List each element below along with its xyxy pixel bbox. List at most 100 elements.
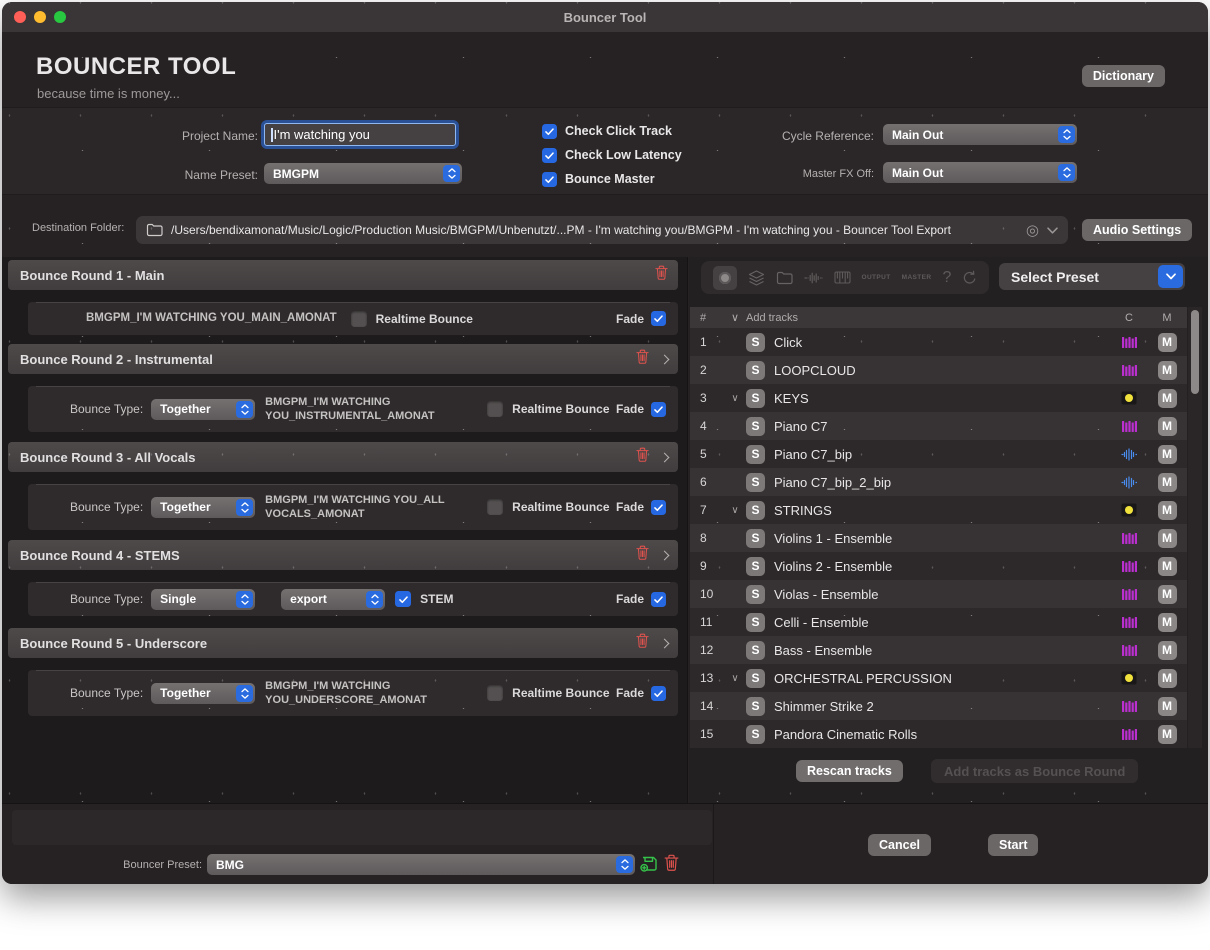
realtime-bounce-checkbox[interactable] (487, 401, 503, 417)
save-preset-icon[interactable] (640, 855, 659, 877)
realtime-bounce-checkbox[interactable] (351, 311, 367, 327)
mute-button[interactable]: M (1158, 473, 1177, 492)
table-row[interactable]: 7 ∨ S STRINGS M (690, 496, 1187, 524)
master-fx-off-dropdown[interactable]: Main Out (883, 162, 1077, 183)
table-row[interactable]: 13 ∨ S ORCHESTRAL PERCUSSION M (690, 664, 1187, 692)
project-name-input[interactable]: I'm watching you (264, 123, 456, 146)
fade-checkbox[interactable] (651, 311, 666, 326)
mute-button[interactable]: M (1158, 613, 1177, 632)
undo-icon[interactable] (962, 270, 977, 285)
mute-button[interactable]: M (1158, 361, 1177, 380)
fade-checkbox[interactable] (651, 500, 666, 515)
collapse-chevron-icon[interactable] (660, 638, 670, 648)
check-click-track-row[interactable]: Check Click Track (542, 123, 682, 139)
delete-round-icon[interactable] (655, 265, 668, 285)
table-row[interactable]: 15 S Pandora Cinematic Rolls M (690, 720, 1187, 748)
bounce-round-header[interactable]: Bounce Round 4 - STEMS (8, 540, 678, 570)
scrollbar-thumb[interactable] (1191, 310, 1199, 394)
mute-column-header[interactable]: M (1147, 312, 1187, 324)
realtime-bounce-row[interactable]: Realtime Bounce (487, 401, 609, 417)
solo-button[interactable]: S (746, 445, 765, 464)
scrollbar[interactable] (1188, 307, 1202, 748)
bounce-type-dropdown[interactable]: Together (151, 399, 255, 420)
add-tracks-column-header[interactable]: Add tracks (746, 312, 1111, 324)
help-icon[interactable]: ? (942, 269, 951, 287)
table-row[interactable]: 5 S Piano C7_bip M (690, 440, 1187, 468)
solo-button[interactable]: S (746, 697, 765, 716)
bouncer-preset-dropdown[interactable]: BMG (207, 854, 635, 875)
name-preset-dropdown[interactable]: BMGPM (264, 163, 462, 184)
delete-round-icon[interactable] (636, 545, 649, 565)
mute-button[interactable]: M (1158, 697, 1177, 716)
channel-column-header[interactable]: C (1111, 312, 1147, 324)
delete-round-icon[interactable] (636, 633, 649, 653)
bounce-round-header[interactable]: Bounce Round 2 - Instrumental (8, 344, 678, 374)
mute-button[interactable]: M (1158, 725, 1177, 744)
mute-button[interactable]: M (1158, 641, 1177, 660)
chevron-down-icon[interactable]: ∨ (724, 311, 746, 324)
solo-button[interactable]: S (746, 557, 765, 576)
realtime-bounce-row[interactable]: Realtime Bounce (351, 311, 473, 327)
layers-icon[interactable] (748, 270, 765, 286)
export-dropdown[interactable]: export (281, 589, 385, 610)
table-row[interactable]: 8 S Violins 1 - Ensemble M (690, 524, 1187, 552)
piano-icon[interactable] (834, 271, 851, 284)
fade-checkbox[interactable] (651, 592, 666, 607)
expand-chevron-icon[interactable]: ∨ (724, 393, 746, 404)
bounce-type-dropdown[interactable]: Single (151, 589, 255, 610)
solo-button[interactable]: S (746, 389, 765, 408)
fade-checkbox[interactable] (651, 402, 666, 417)
check-low-latency-row[interactable]: Check Low Latency (542, 147, 682, 163)
bounce-type-dropdown[interactable]: Together (151, 683, 255, 704)
mute-button[interactable]: M (1158, 501, 1177, 520)
collapse-chevron-icon[interactable] (660, 550, 670, 560)
bounce-master-checkbox[interactable] (542, 172, 557, 187)
solo-button[interactable]: S (746, 417, 765, 436)
rescan-tracks-button[interactable]: Rescan tracks (796, 760, 903, 782)
table-row[interactable]: 14 S Shimmer Strike 2 M (690, 692, 1187, 720)
select-preset-dropdown[interactable]: Select Preset (999, 263, 1185, 290)
audio-settings-button[interactable]: Audio Settings (1082, 219, 1192, 241)
mute-button[interactable]: M (1158, 445, 1177, 464)
table-row[interactable]: 3 ∨ S KEYS M (690, 384, 1187, 412)
bounce-type-dropdown[interactable]: Together (151, 497, 255, 518)
solo-button[interactable]: S (746, 501, 765, 520)
table-row[interactable]: 6 S Piano C7_bip_2_bip M (690, 468, 1187, 496)
mute-button[interactable]: M (1158, 557, 1177, 576)
add-tracks-as-bounce-round-button[interactable]: Add tracks as Bounce Round (931, 759, 1138, 783)
solo-button[interactable]: S (746, 669, 765, 688)
table-row[interactable]: 10 S Violas - Ensemble M (690, 580, 1187, 608)
start-button[interactable]: Start (988, 834, 1038, 856)
fade-checkbox[interactable] (651, 686, 666, 701)
solo-button[interactable]: S (746, 641, 765, 660)
realtime-bounce-checkbox[interactable] (487, 685, 503, 701)
cancel-button[interactable]: Cancel (868, 834, 931, 856)
table-row[interactable]: 1 S Click M (690, 328, 1187, 356)
collapse-chevron-icon[interactable] (660, 354, 670, 364)
solo-button[interactable]: S (746, 473, 765, 492)
delete-round-icon[interactable] (636, 447, 649, 467)
realtime-bounce-row[interactable]: Realtime Bounce (487, 499, 609, 515)
solo-button[interactable]: S (746, 529, 765, 548)
bounce-round-header[interactable]: Bounce Round 3 - All Vocals (8, 442, 678, 472)
chevron-down-icon[interactable] (1047, 221, 1058, 239)
expand-chevron-icon[interactable]: ∨ (724, 505, 746, 516)
waveform-icon[interactable] (804, 272, 823, 284)
bounce-round-header[interactable]: Bounce Round 5 - Underscore (8, 628, 678, 658)
stem-row[interactable]: STEM (395, 591, 453, 607)
table-row[interactable]: 2 S LOOPCLOUD M (690, 356, 1187, 384)
solo-button[interactable]: S (746, 333, 765, 352)
realtime-bounce-checkbox[interactable] (487, 499, 503, 515)
bounce-master-row[interactable]: Bounce Master (542, 171, 682, 187)
bounce-round-header[interactable]: Bounce Round 1 - Main (8, 260, 678, 290)
destination-path-field[interactable]: /Users/bendixamonat/Music/Logic/Producti… (136, 216, 1068, 244)
mute-button[interactable]: M (1158, 333, 1177, 352)
mute-button[interactable]: M (1158, 669, 1177, 688)
record-icon[interactable] (713, 266, 737, 290)
solo-button[interactable]: S (746, 585, 765, 604)
mute-button[interactable]: M (1158, 389, 1177, 408)
table-row[interactable]: 9 S Violins 2 - Ensemble M (690, 552, 1187, 580)
record-ring-icon[interactable]: ◎ (1026, 223, 1039, 238)
folder-icon[interactable] (776, 271, 793, 285)
dictionary-button[interactable]: Dictionary (1082, 65, 1165, 87)
